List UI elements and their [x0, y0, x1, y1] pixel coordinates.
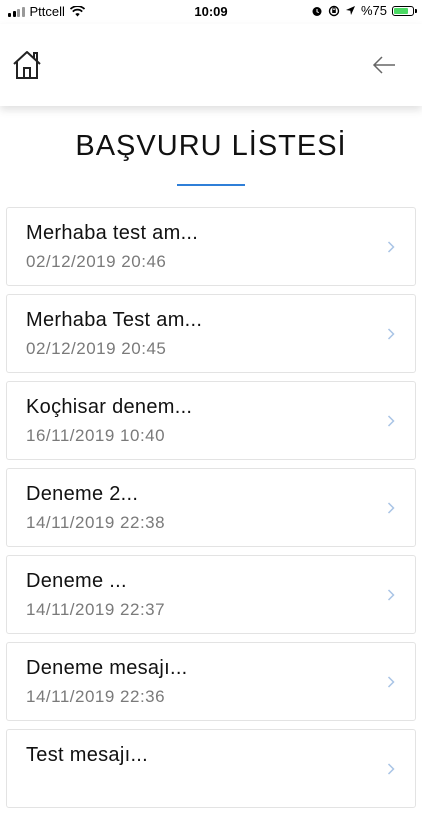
list-item[interactable]: Deneme 2... 14/11/2019 22:38 [6, 468, 416, 547]
battery-icon [392, 5, 417, 16]
item-date: 02/12/2019 20:45 [26, 339, 167, 358]
location-icon [345, 6, 355, 15]
battery-fill [394, 7, 408, 14]
arrow-left-icon [372, 56, 395, 74]
list-item[interactable]: Deneme ... 14/11/2019 22:37 [6, 555, 416, 634]
list-item[interactable]: Merhaba test am... 02/12/2019 20:46 [6, 207, 416, 286]
item-title: Deneme mesajı... [26, 657, 188, 679]
page-title: BAŞVURU LİSTESİ [75, 130, 347, 162]
chevron-right-icon [387, 589, 395, 601]
item-title: Deneme ... [26, 570, 127, 592]
status-right: %75 [311, 3, 417, 18]
chevron-right-icon [387, 415, 395, 427]
chevron-right-icon [387, 241, 395, 253]
chevron-right-icon [387, 676, 395, 688]
item-date: 14/11/2019 22:37 [26, 600, 166, 619]
item-title: Koçhisar denem... [26, 396, 193, 418]
alarm-icon [312, 6, 322, 16]
status-bar: Pttcell 10:09 %75 [0, 0, 422, 24]
list-item[interactable]: Koçhisar denem... 16/11/2019 10:40 [6, 381, 416, 460]
item-title: Test mesajı... [26, 744, 149, 766]
app-header [0, 24, 422, 106]
orientation-lock-icon [328, 5, 340, 16]
item-date: 02/12/2019 20:46 [26, 252, 167, 271]
list-item[interactable]: Merhaba Test am... 02/12/2019 20:45 [6, 294, 416, 373]
home-button[interactable] [10, 48, 44, 82]
title-underline [177, 184, 245, 186]
item-date: 14/11/2019 22:36 [26, 687, 166, 706]
item-title: Merhaba test am... [26, 222, 199, 244]
battery-percent: %75 [360, 3, 387, 18]
list-item[interactable]: Test mesajı... [6, 729, 416, 808]
item-date: 14/11/2019 22:38 [26, 513, 166, 532]
application-list: Merhaba test am... 02/12/2019 20:46 Merh… [6, 207, 416, 816]
item-title: Deneme 2... [26, 483, 139, 505]
item-title: Merhaba Test am... [26, 309, 203, 331]
chevron-right-icon [387, 502, 395, 514]
home-icon [13, 51, 41, 79]
chevron-right-icon [387, 763, 395, 775]
item-date: 16/11/2019 10:40 [26, 426, 166, 445]
chevron-right-icon [387, 328, 395, 340]
back-button[interactable] [372, 54, 396, 76]
list-item[interactable]: Deneme mesajı... 14/11/2019 22:36 [6, 642, 416, 721]
